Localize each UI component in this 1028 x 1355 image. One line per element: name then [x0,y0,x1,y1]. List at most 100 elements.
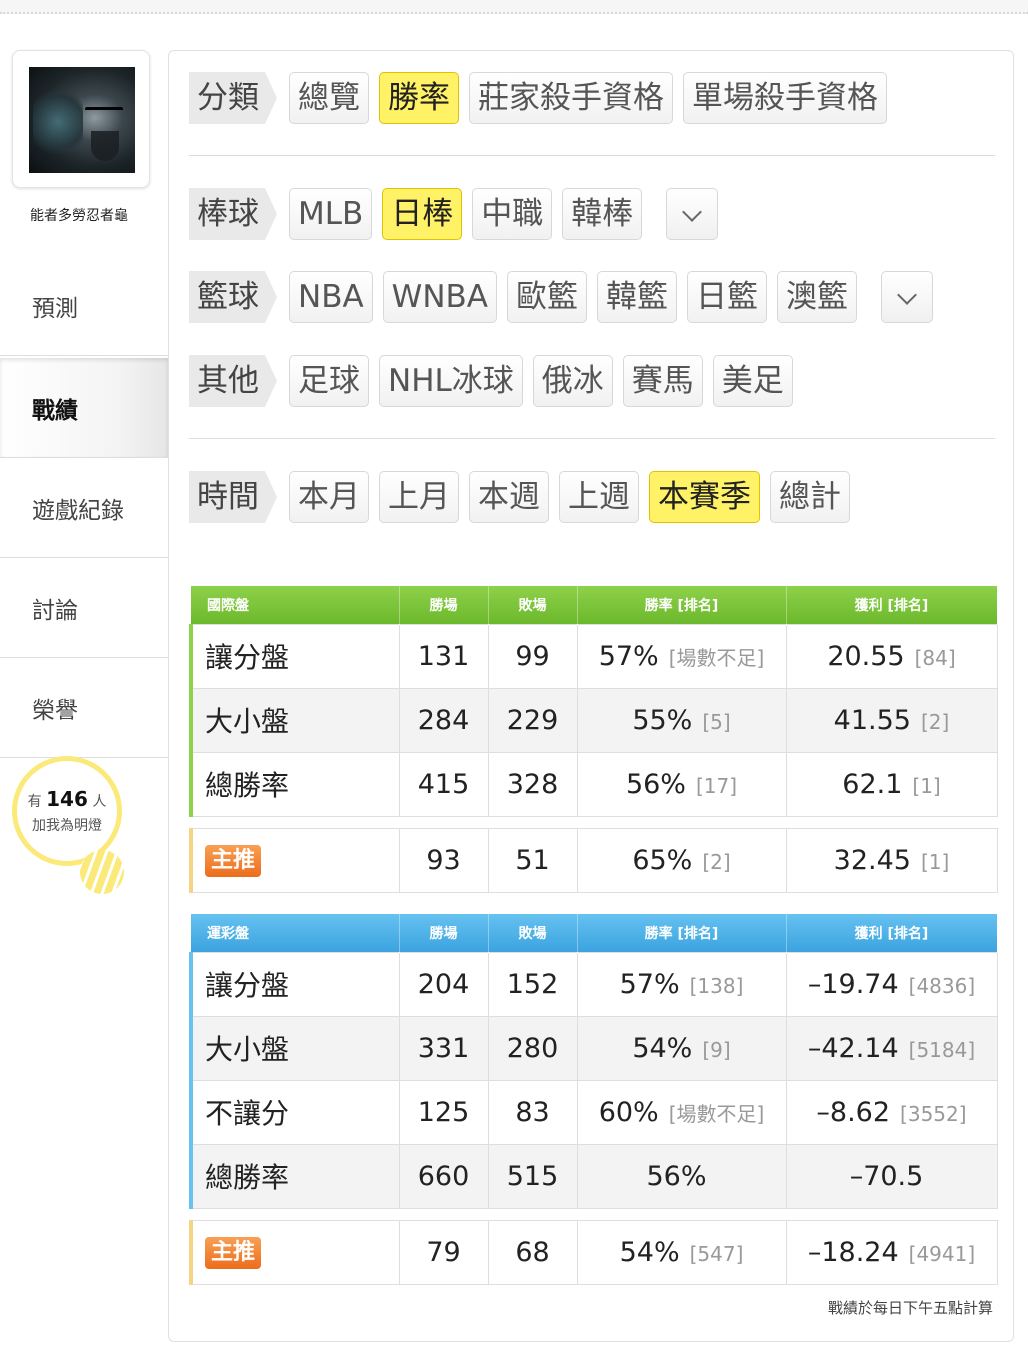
table-row: 不讓分 125 83 60% [場數不足] –8.62 [3552] [189,1079,998,1145]
basketball-option-euro[interactable]: 歐籃 [507,271,587,323]
basketball-option-nba[interactable]: NBA [289,271,373,323]
win-rate: 65% [632,844,693,876]
table-row: 總勝率 415 328 56% [17] 62.1 [1] [189,751,998,817]
row-label: 總勝率 [189,751,400,817]
profit-rank: [4836] [908,973,976,998]
table-header-cell: 獲利 [排名] [786,586,998,624]
divider [189,438,995,439]
profit: –8.62 [816,1096,891,1128]
win-rate-cell: 57% [場數不足] [576,623,787,689]
basketball-option-australia[interactable]: 澳籃 [777,271,857,323]
win-count: 125 [398,1079,489,1145]
profit-cell: 32.45 [1] [785,827,998,893]
win-rate-cell: 57% [138] [576,951,787,1017]
table-row: 總勝率 660 515 56% –70.5 [189,1143,998,1209]
avatar[interactable] [29,67,135,173]
record-panel: 分類 總覽 勝率 莊家殺手資格 單場殺手資格 棒球 MLB 日棒 中職 韓棒 籃… [168,50,1014,1342]
win-rate: 54% [619,1236,680,1268]
sidebar-item-discussion[interactable]: 討論 [0,558,168,658]
table-row-main-pick: 主推 79 68 54% [547] –18.24 [4941] [189,1219,998,1285]
basketball-option-wnba[interactable]: WNBA [382,271,497,323]
basketball-filter-row: 籃球 NBA WNBA 歐籃 韓籃 日籃 澳籃 [189,271,933,323]
lottery-stats-table: 運彩盤 勝場 敗場 勝率 [排名] 獲利 [排名] 讓分盤 204 152 57… [189,914,998,1285]
other-tag: 其他 [189,355,277,407]
table-row-main-pick: 主推 93 51 65% [2] 32.45 [1] [189,827,998,893]
profit: –42.14 [807,1032,899,1064]
table-row: 大小盤 331 280 54% [9] –42.14 [5184] [189,1015,998,1081]
win-rate-rank: [場數不足] [668,645,765,670]
category-option-overview[interactable]: 總覽 [289,72,369,124]
main-pick-cell: 主推 [189,827,400,893]
baseball-option-npb[interactable]: 日棒 [382,188,463,240]
username[interactable]: 能者多勞忍者龜 [0,205,168,225]
sidebar-item-game-log[interactable]: 遊戲紀錄 [0,458,168,558]
win-rate: 56% [625,768,686,800]
time-option-this-month[interactable]: 本月 [289,471,369,523]
win-rate-rank: [17] [695,773,738,798]
table-header-row: 運彩盤 勝場 敗場 勝率 [排名] 獲利 [排名] [191,914,998,952]
fans-unit: 人 [92,794,107,810]
baseball-option-mlb[interactable]: MLB [289,188,373,240]
win-rate-cell: 56% [576,1143,787,1209]
basketball-option-korea[interactable]: 韓籃 [597,271,677,323]
profit: –70.5 [849,1160,924,1192]
row-label: 總勝率 [189,1143,400,1209]
table-header-cell: 國際盤 [191,586,400,624]
loss-count: 328 [487,751,578,817]
win-rate: 54% [632,1032,693,1064]
divider [189,155,995,156]
win-rate-rank: [場數不足] [668,1101,765,1126]
fans-prefix: 有 [27,794,42,810]
loss-count: 515 [487,1143,578,1209]
basketball-option-japan[interactable]: 日籃 [687,271,767,323]
other-option-american-football[interactable]: 美足 [712,355,793,407]
spacer-cell [191,816,997,828]
fans-caption: 加我為明燈 [32,818,102,834]
category-option-single-killer[interactable]: 單場殺手資格 [683,72,887,124]
baseball-option-cpbl[interactable]: 中職 [472,188,553,240]
sidebar-item-predict[interactable]: 預測 [0,256,168,356]
table-header-cell: 勝率 [排名] [577,586,787,624]
win-rate-cell: 55% [5] [576,687,787,753]
category-option-win-rate[interactable]: 勝率 [379,72,459,124]
table-row: 大小盤 284 229 55% [5] 41.55 [2] [189,687,998,753]
table-header-cell: 敗場 [488,914,578,952]
international-stats-table: 國際盤 勝場 敗場 勝率 [排名] 獲利 [排名] 讓分盤 131 99 57%… [189,586,998,893]
sidebar-item-honor[interactable]: 榮譽 [0,658,168,758]
other-option-soccer[interactable]: 足球 [289,355,369,407]
other-option-horse-racing[interactable]: 賽馬 [622,355,703,407]
loss-count: 68 [487,1219,578,1285]
profit-cell: 41.55 [2] [785,687,998,753]
baseball-option-kbo[interactable]: 韓棒 [562,188,643,240]
profit-rank: [2] [920,709,950,734]
loss-count: 229 [487,687,578,753]
baseball-more-chevron-down-icon[interactable] [666,188,719,240]
win-count: 660 [398,1143,489,1209]
other-option-russian-hockey[interactable]: 俄冰 [532,355,613,407]
time-option-last-week[interactable]: 上週 [559,471,639,523]
win-rate: 57% [619,968,680,1000]
win-count: 284 [398,687,489,753]
other-option-nhl[interactable]: NHL冰球 [379,355,523,407]
win-rate: 60% [598,1096,659,1128]
profit-cell: –70.5 [785,1143,998,1209]
row-label: 不讓分 [189,1079,400,1145]
win-rate-cell: 65% [2] [576,827,787,893]
table-spacer [191,816,997,828]
time-option-this-week[interactable]: 本週 [469,471,549,523]
win-count: 331 [398,1015,489,1081]
time-option-last-month[interactable]: 上月 [379,471,459,523]
sidebar-item-record[interactable]: 戰績 [0,358,168,458]
avatar-frame[interactable] [12,50,150,188]
basketball-more-chevron-down-icon[interactable] [881,271,933,323]
win-rate-rank: [138] [689,973,744,998]
win-rate-rank: [547] [689,1241,744,1266]
category-option-banker-killer[interactable]: 莊家殺手資格 [469,72,673,124]
time-option-this-season[interactable]: 本賽季 [649,471,760,523]
basketball-tag: 籃球 [189,271,277,323]
win-count: 79 [398,1219,489,1285]
time-option-total[interactable]: 總計 [770,471,850,523]
win-count: 204 [398,951,489,1017]
win-rate: 57% [598,640,659,672]
calculation-footnote: 戰績於每日下午五點計算 [827,1299,993,1317]
